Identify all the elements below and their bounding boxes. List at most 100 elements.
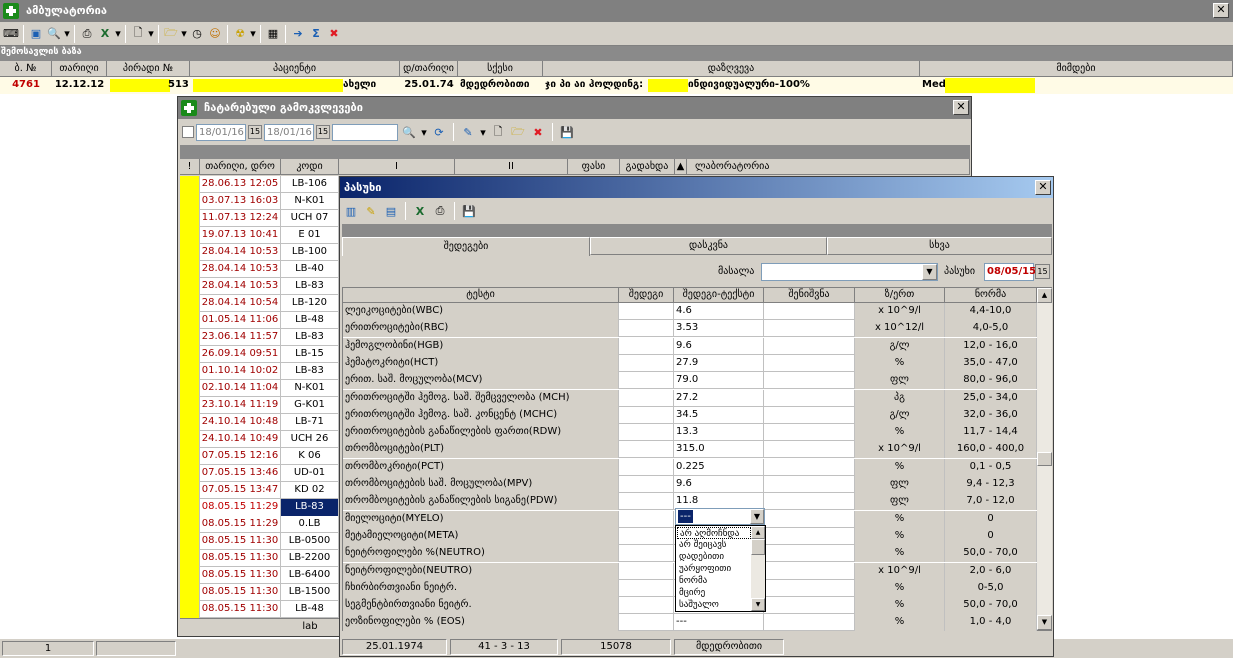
col-header-insurance[interactable]: დაზღვევა bbox=[543, 61, 920, 77]
dropdown-option[interactable]: არ აღმოჩნდა bbox=[677, 527, 751, 539]
radiation-icon[interactable]: ☢ bbox=[231, 25, 249, 43]
col-norm[interactable]: ნორმა bbox=[945, 288, 1037, 303]
result-value[interactable] bbox=[619, 562, 674, 580]
result-row[interactable]: ჰემატოკრიტი(HCT) 27.9% 35,0 - 47,0 bbox=[343, 354, 1037, 372]
search-text-input[interactable] bbox=[332, 123, 398, 141]
scroll-up-arrow-icon[interactable]: ▲ bbox=[1037, 288, 1052, 303]
dropdown-arrow-icon[interactable]: ▾ bbox=[114, 25, 122, 43]
excel-icon[interactable]: X bbox=[96, 25, 114, 43]
user-icon[interactable]: ☺ bbox=[206, 25, 224, 43]
col-header-personal-id[interactable]: პირადი № bbox=[107, 61, 190, 77]
chart-icon[interactable]: ▥ bbox=[342, 202, 360, 220]
open-folder-icon[interactable]: 🗁 bbox=[162, 25, 180, 43]
result-note[interactable] bbox=[764, 493, 855, 511]
dropdown-scroll-down-icon[interactable]: ▼ bbox=[751, 598, 765, 611]
tab-conclusion[interactable]: დასკვნა bbox=[590, 237, 827, 255]
result-note[interactable] bbox=[764, 424, 855, 442]
result-note[interactable] bbox=[764, 527, 855, 545]
col-sort-arrow[interactable]: ▲ bbox=[675, 159, 687, 175]
col-i[interactable]: I bbox=[339, 159, 455, 175]
result-note[interactable] bbox=[764, 510, 855, 528]
result-text[interactable]: 4.6 bbox=[674, 303, 764, 320]
result-text[interactable]: 27.9 bbox=[674, 354, 764, 372]
chevron-down-icon[interactable]: ▼ bbox=[750, 509, 764, 524]
col-header-birthdate[interactable]: დ/თარიღი bbox=[400, 61, 458, 77]
tab-results[interactable]: შედეგები bbox=[342, 237, 590, 256]
research-close-button[interactable]: ✕ bbox=[953, 100, 969, 115]
result-text[interactable]: 9.6 bbox=[674, 476, 764, 493]
result-note[interactable] bbox=[764, 614, 855, 632]
arrow-right-icon[interactable]: ➔ bbox=[289, 25, 307, 43]
result-note[interactable] bbox=[764, 389, 855, 407]
result-note[interactable] bbox=[764, 597, 855, 615]
result-value[interactable] bbox=[619, 493, 674, 511]
refresh-icon[interactable]: ⟳ bbox=[430, 123, 448, 141]
result-row[interactable]: თრომბოკრიტი(PCT) 0.225% 0,1 - 0,5 bbox=[343, 458, 1037, 476]
edit-note-icon[interactable]: ✎ bbox=[362, 202, 380, 220]
result-value[interactable] bbox=[619, 372, 674, 390]
result-row[interactable]: ერით. საშ. მოცულობა(MCV) 79.0 ფლ 80,0 - 96,… bbox=[343, 372, 1037, 390]
result-value[interactable] bbox=[619, 597, 674, 615]
excel-icon[interactable]: X bbox=[411, 202, 429, 220]
delete-icon[interactable]: ✖ bbox=[325, 25, 343, 43]
col-laboratory[interactable]: ლაბორატორია bbox=[687, 159, 970, 175]
dropdown-scroll-up-icon[interactable]: ▲ bbox=[751, 526, 765, 539]
filter-checkbox[interactable] bbox=[182, 126, 194, 138]
result-row[interactable]: ერითროციტში ჰემოგ. საშ. კონცენტ (MCHC) 34… bbox=[343, 406, 1037, 424]
result-value[interactable] bbox=[619, 579, 674, 597]
search-icon[interactable]: 🔍 bbox=[45, 25, 63, 43]
result-value[interactable] bbox=[619, 389, 674, 407]
result-row[interactable]: ეოზინოფილები % (EOS) ---% 1,0 - 4,0 bbox=[343, 614, 1037, 632]
result-value[interactable] bbox=[619, 510, 674, 528]
dropdown-option[interactable]: დადებითი bbox=[677, 551, 751, 563]
result-note[interactable] bbox=[764, 337, 855, 355]
col-result[interactable]: შედეგი bbox=[619, 288, 674, 303]
keyboard-icon[interactable]: ⌨ bbox=[2, 25, 20, 43]
col-price[interactable]: ფასი bbox=[568, 159, 620, 175]
result-row[interactable]: ლეიკოციტები(WBC) 4.6 x 10^9/l 4,4-10,0 bbox=[343, 303, 1037, 320]
result-value[interactable] bbox=[619, 424, 674, 442]
result-note[interactable] bbox=[764, 441, 855, 459]
patient-row[interactable]: 4761 12.12.12 513 ახელი 25.01.74 მდედრობ… bbox=[0, 77, 1233, 94]
search-icon[interactable]: 🔍 bbox=[400, 123, 418, 141]
result-value[interactable] bbox=[619, 354, 674, 372]
col-code[interactable]: კოდი bbox=[281, 159, 339, 175]
scroll-down-arrow-icon[interactable]: ▼ bbox=[1037, 615, 1052, 630]
dropdown-arrow-icon[interactable]: ▾ bbox=[420, 123, 428, 141]
result-value[interactable] bbox=[619, 545, 674, 563]
clock-icon[interactable]: ◷ bbox=[188, 25, 206, 43]
result-value[interactable] bbox=[619, 458, 674, 476]
dropdown-option[interactable]: უარყოფითი bbox=[677, 563, 751, 575]
result-note[interactable] bbox=[764, 458, 855, 476]
col-payment[interactable]: გადახდა bbox=[620, 159, 675, 175]
result-note[interactable] bbox=[764, 303, 855, 320]
printer-icon[interactable]: ⎙ bbox=[78, 25, 96, 43]
result-note[interactable] bbox=[764, 562, 855, 580]
calculator-icon[interactable]: ▦ bbox=[264, 25, 282, 43]
main-close-button[interactable]: ✕ bbox=[1213, 3, 1229, 18]
result-text[interactable]: 34.5 bbox=[674, 406, 764, 424]
dropdown-option[interactable]: არ შეიცავს bbox=[677, 539, 751, 551]
result-value[interactable] bbox=[619, 441, 674, 459]
result-value[interactable] bbox=[619, 303, 674, 320]
result-text[interactable]: --- bbox=[674, 614, 764, 632]
new-document-icon[interactable]: 🗋 bbox=[489, 123, 507, 141]
dropdown-arrow-icon[interactable]: ▾ bbox=[147, 25, 155, 43]
edit-icon[interactable]: ✎ bbox=[459, 123, 477, 141]
col-note[interactable]: შენიშვნა bbox=[764, 288, 855, 303]
result-text[interactable]: 3.53 bbox=[674, 320, 764, 338]
answer-close-button[interactable]: ✕ bbox=[1035, 180, 1051, 195]
dropdown-scrollbar[interactable]: ▲ ▼ bbox=[751, 526, 765, 611]
dropdown-option[interactable]: ნორმა bbox=[677, 575, 751, 587]
result-row[interactable]: ერითროციტში ჰემოგ. საშ. შემცველობა (MCH)… bbox=[343, 389, 1037, 407]
result-value[interactable] bbox=[619, 476, 674, 493]
result-note[interactable] bbox=[764, 372, 855, 390]
result-value[interactable] bbox=[619, 527, 674, 545]
chevron-down-icon[interactable]: ▼ bbox=[922, 264, 937, 280]
calendar-icon[interactable]: 15 bbox=[248, 125, 262, 139]
result-value[interactable] bbox=[619, 320, 674, 338]
col-test[interactable]: ტესტი bbox=[343, 288, 619, 303]
window-icon[interactable]: ▤ bbox=[382, 202, 400, 220]
printer-icon[interactable]: ⎙ bbox=[431, 202, 449, 220]
dropdown-arrow-icon[interactable]: ▾ bbox=[63, 25, 71, 43]
